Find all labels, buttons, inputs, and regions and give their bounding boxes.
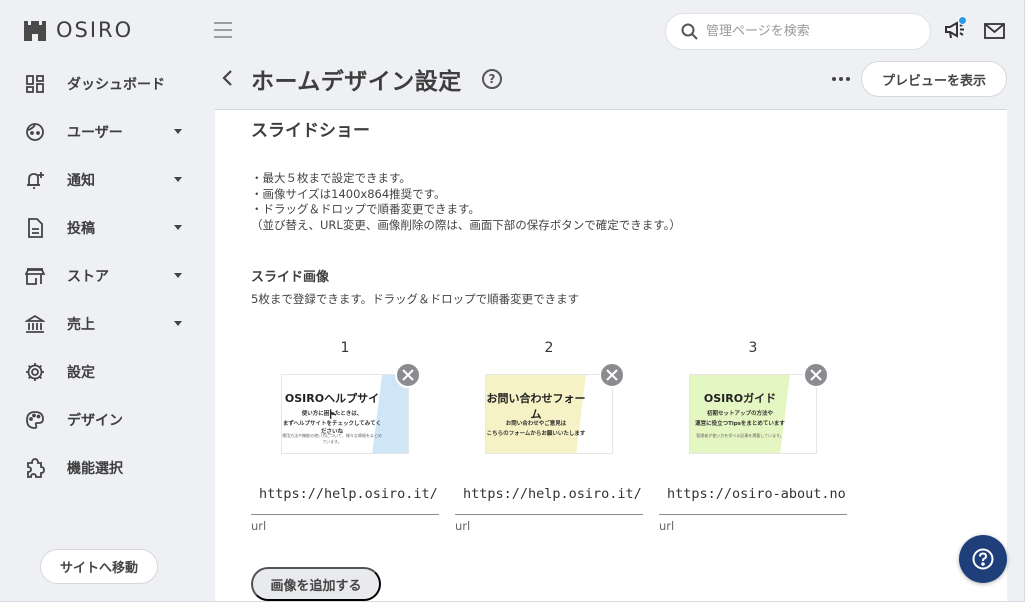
thumbnail-text: 運営に役立つTipsをまとめています xyxy=(695,421,785,427)
caret-down-icon xyxy=(174,177,182,182)
puzzle-icon xyxy=(25,458,45,478)
sidebar-item-label: 機能選択 xyxy=(67,461,123,477)
gear-icon xyxy=(25,362,45,382)
store-icon xyxy=(25,266,45,286)
sidebar-item-features[interactable]: 機能選択 xyxy=(0,444,200,492)
sidebar-item-sales[interactable]: 売上 xyxy=(0,300,200,348)
more-horizontal-icon xyxy=(832,77,850,81)
url-field[interactable] xyxy=(659,473,847,515)
sidebar-item-posts[interactable]: 投稿 xyxy=(0,204,200,252)
chevron-left-icon xyxy=(222,70,232,86)
url-field[interactable] xyxy=(251,473,439,515)
sidebar-item-label: ストア xyxy=(67,269,109,285)
slide-thumbnail[interactable]: OSIROヘルプサイト 使い方に困ったときは、 まずヘルプサイトをチェックしてみ… xyxy=(281,374,409,454)
castle-icon xyxy=(24,21,46,41)
caret-down-icon xyxy=(174,321,182,326)
thumbnail-title: OSIROヘルプサイト xyxy=(284,392,380,421)
sidebar-item-notifications[interactable]: 通知 xyxy=(0,156,200,204)
url-input[interactable] xyxy=(659,473,847,514)
thumbnail-text: お問い合わせやご意見は xyxy=(505,421,567,427)
help-circle-icon xyxy=(972,548,994,570)
remove-image-button[interactable] xyxy=(803,362,829,388)
sidebar-item-settings[interactable]: 設定 xyxy=(0,348,200,396)
brand-name: OSIRO xyxy=(56,18,134,42)
sidebar-item-dashboard[interactable]: ダッシュボード xyxy=(0,60,200,108)
sidebar-item-label: ユーザー xyxy=(67,125,123,141)
slide-images-heading: スライド画像 xyxy=(251,270,330,285)
sidebar-item-store[interactable]: ストア xyxy=(0,252,200,300)
sidebar-item-label: ダッシュボード xyxy=(67,77,165,93)
thumbnail-text: こちらのフォームからお願いいたします xyxy=(486,431,586,437)
caret-down-icon xyxy=(174,129,182,134)
add-image-button[interactable]: 画像を追加する xyxy=(251,567,381,601)
note-line: ・ドラッグ＆ドロップで順番変更できます。 xyxy=(251,202,480,216)
palette-icon xyxy=(25,410,45,430)
url-label: url xyxy=(455,519,471,533)
slide-number: 3 xyxy=(748,340,758,356)
remove-image-button[interactable] xyxy=(599,362,625,388)
slide-number: 2 xyxy=(544,340,554,356)
search-input[interactable] xyxy=(706,24,906,39)
note-line: ・画像サイズは1400x864推奨です。 xyxy=(251,186,446,201)
url-input[interactable] xyxy=(251,473,439,514)
close-icon xyxy=(402,369,414,381)
brand-logo[interactable]: OSIRO xyxy=(23,18,133,42)
go-to-site-button[interactable]: サイトへ移動 xyxy=(40,549,158,584)
search-icon xyxy=(681,23,698,40)
dashboard-icon xyxy=(25,74,45,94)
sidebar-item-label: 売上 xyxy=(67,317,95,333)
url-label: url xyxy=(659,519,675,533)
menu-toggle-icon[interactable] xyxy=(214,22,232,38)
notification-dot xyxy=(958,16,967,25)
thumbnail-title: OSIROガイド xyxy=(703,392,777,405)
slide-thumbnail[interactable]: お問い合わせフォーム お問い合わせやご意見は こちらのフォームからお願いいたしま… xyxy=(485,374,613,454)
admin-page: OSIRO ダッシュボード ユーザー 通知 投稿 ストア 売上 設定 デザイン … xyxy=(0,0,1025,602)
thumbnail-text: 使い方に困ったときは、 xyxy=(301,411,363,417)
sidebar-item-users[interactable]: ユーザー xyxy=(0,108,200,156)
help-chat-button[interactable] xyxy=(959,535,1007,583)
page-title: ホームデザイン設定 xyxy=(251,69,462,95)
thumbnail-title: お問い合わせフォーム xyxy=(486,392,586,421)
help-icon[interactable]: ? xyxy=(482,69,502,89)
sidebar-item-label: 設定 xyxy=(67,365,95,381)
sidebar-item-design[interactable]: デザイン xyxy=(0,396,200,444)
bell-plus-icon xyxy=(25,170,45,190)
note-line: （並び替え、URL変更、画像削除の際は、画面下部の保存ボタンで確定できます。） xyxy=(251,217,681,232)
thumbnail-small-text: 運用方法や機能の使い方について、様々な情報をまとめています。 xyxy=(282,433,382,444)
url-label: url xyxy=(251,519,267,533)
bank-icon xyxy=(25,314,45,334)
note-line: ・最大５枚まで設定できます。 xyxy=(251,171,411,185)
user-face-icon xyxy=(25,122,45,142)
back-button[interactable] xyxy=(220,69,234,91)
slideshow-notes: ・最大５枚まで設定できます。 ・画像サイズは1400x864推奨です。 ・ドラッ… xyxy=(251,171,681,233)
document-icon xyxy=(25,218,45,238)
sidebar-item-label: 投稿 xyxy=(67,221,95,237)
sidebar-item-label: 通知 xyxy=(67,173,95,189)
url-input[interactable] xyxy=(455,473,643,514)
preview-button[interactable]: プレビューを表示 xyxy=(861,61,1007,97)
sidebar-nav: ダッシュボード ユーザー 通知 投稿 ストア 売上 設定 デザイン 機能選択 xyxy=(0,60,200,492)
caret-down-icon xyxy=(174,273,182,278)
caret-down-icon xyxy=(174,225,182,230)
slide-thumbnail[interactable]: OSIROガイド 初期セットアップの方法や 運営に役立つTipsをまとめています… xyxy=(689,374,817,454)
search-box[interactable] xyxy=(665,13,931,50)
section-title: スライドショー xyxy=(251,121,370,141)
thumbnail-text: 初期セットアップの方法や xyxy=(706,411,773,417)
slide-images-note: 5枚まで登録できます。ドラッグ＆ドロップで順番変更できます xyxy=(251,292,580,306)
sidebar-item-label: デザイン xyxy=(67,413,123,429)
mail-button[interactable] xyxy=(984,23,1005,43)
slide-number: 1 xyxy=(340,340,350,356)
remove-image-button[interactable] xyxy=(395,362,421,388)
thumbnail-small-text: 管理者が使い方を学べる記事を掲載しています。 xyxy=(696,433,784,438)
close-icon xyxy=(606,369,618,381)
close-icon xyxy=(810,369,822,381)
more-options-button[interactable] xyxy=(831,70,851,92)
url-field[interactable] xyxy=(455,473,643,515)
mail-icon xyxy=(984,23,1005,39)
content-card: スライドショー ・最大５枚まで設定できます。 ・画像サイズは1400x864推奨… xyxy=(215,109,1007,601)
